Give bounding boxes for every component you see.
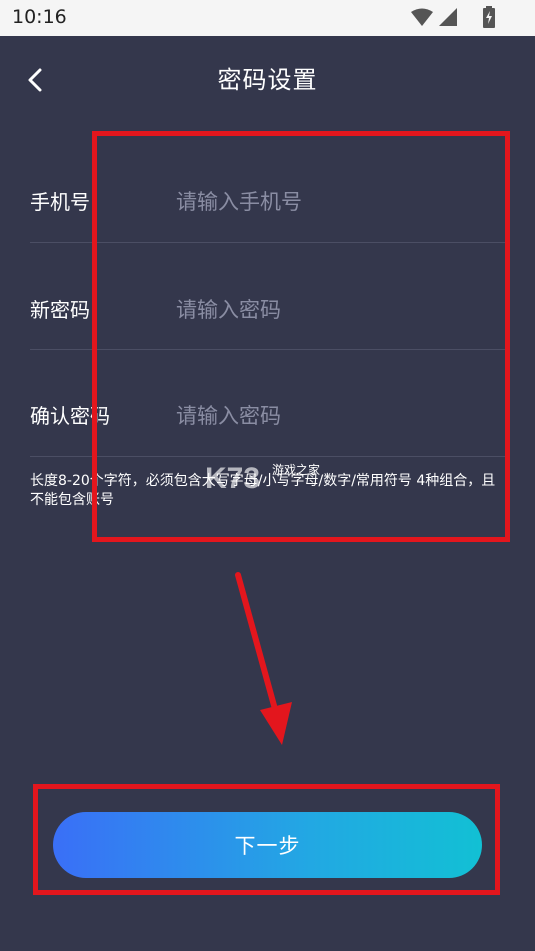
page-title: 密码设置 — [217, 66, 318, 94]
status-bar: 10:16 — [0, 0, 535, 36]
password-settings-screen: 10:16 密码设置 手机号 新密码 确认密码 长度8-20个字符，必须包含大写… — [0, 0, 535, 951]
next-button[interactable]: 下一步 — [53, 812, 482, 878]
annotation-arrow-icon — [235, 572, 292, 745]
battery-icon — [483, 6, 495, 28]
new-password-label: 新密码 — [30, 298, 90, 322]
status-time: 10:16 — [12, 6, 67, 28]
annotation-box-form — [92, 131, 510, 542]
wifi-signal-icon — [411, 8, 457, 26]
phone-label: 手机号 — [30, 190, 90, 214]
